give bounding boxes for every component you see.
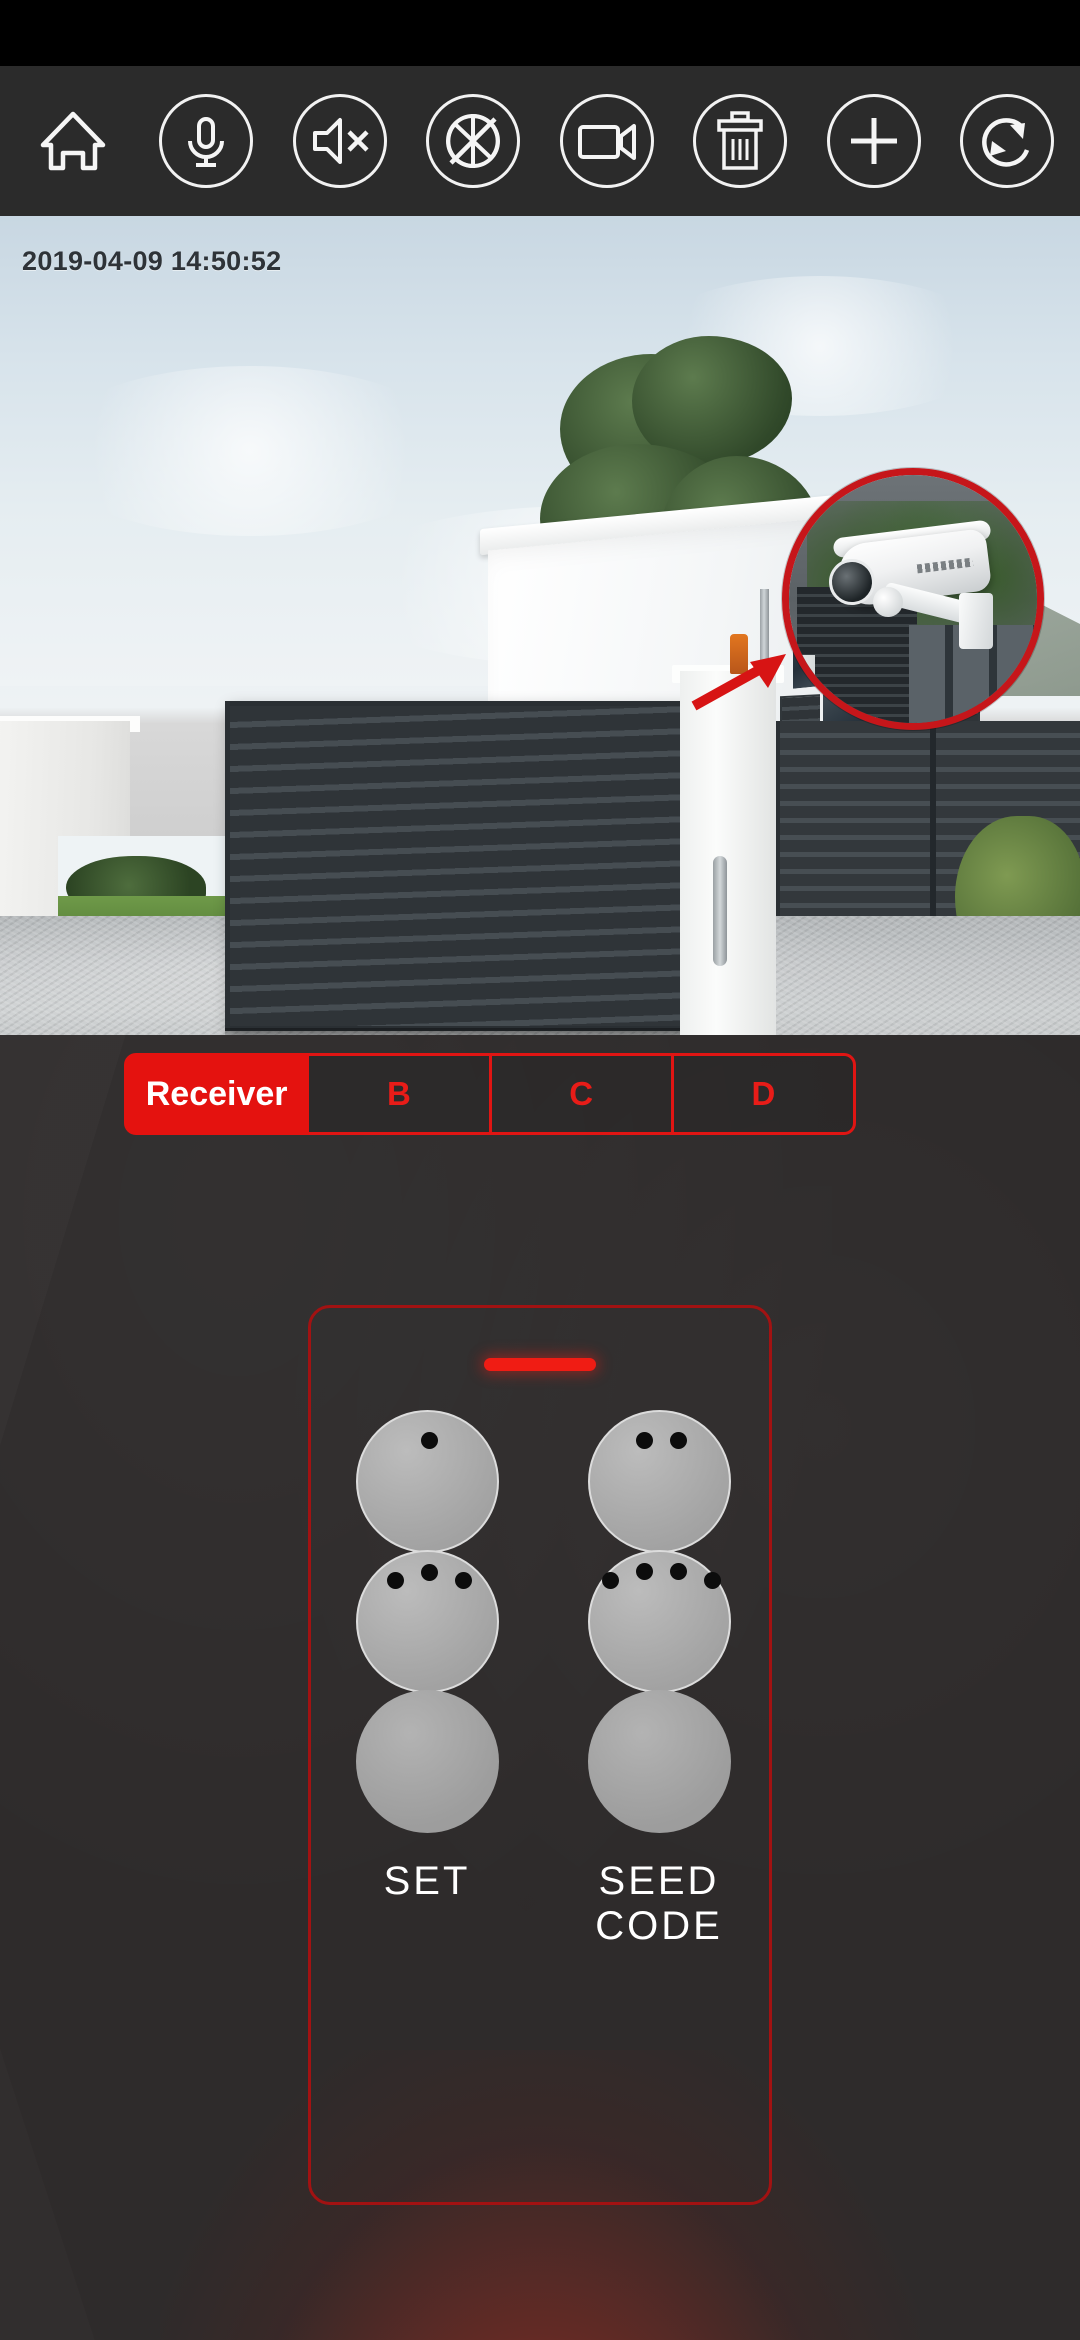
app-root: 2019-04-09 14:50:52 Receiver B C D SET S…: [0, 0, 1080, 2340]
gate-handle: [713, 856, 727, 966]
seed-code-button-label: SEED CODE: [595, 1859, 723, 1948]
plus-icon: [850, 118, 897, 164]
channel-1-button[interactable]: [353, 1410, 501, 1553]
receiver-tab-bar: Receiver B C D: [124, 1053, 856, 1135]
channel-2-button[interactable]: [585, 1410, 733, 1553]
record-video-icon-button[interactable]: [553, 87, 661, 195]
tab-receiver[interactable]: Receiver: [124, 1053, 310, 1135]
top-toolbar: [0, 66, 1080, 216]
sliding-gate: [225, 701, 695, 1031]
trash-icon: [717, 111, 763, 170]
button-dots: [358, 1432, 501, 1472]
seed-code-button[interactable]: SEED CODE: [585, 1690, 733, 1949]
aperture-off-icon: [446, 113, 501, 169]
button-dots: [590, 1432, 733, 1472]
status-bar: [0, 0, 1080, 66]
channel-4-button[interactable]: [585, 1550, 733, 1693]
microphone-icon: [188, 117, 225, 167]
home-icon: [40, 111, 105, 171]
tab-b[interactable]: B: [309, 1053, 492, 1135]
video-camera-icon: [577, 124, 636, 160]
remote-button-row: [311, 1550, 775, 1693]
set-button[interactable]: SET: [353, 1690, 501, 1904]
speaker-mute-icon: [312, 118, 369, 164]
microphone-icon-button[interactable]: [152, 87, 260, 195]
set-button-label: SET: [383, 1859, 471, 1903]
add-device-icon-button[interactable]: [820, 87, 928, 195]
delete-icon-button[interactable]: [686, 87, 794, 195]
channel-3-button[interactable]: [353, 1550, 501, 1693]
tab-c[interactable]: C: [491, 1053, 674, 1135]
red-arrow-annotation: [691, 654, 786, 711]
video-timestamp: 2019-04-09 14:50:52: [22, 246, 282, 276]
camera-joint: [873, 587, 903, 617]
gate-pillar: [680, 671, 776, 1035]
refresh-icon: [982, 118, 1030, 167]
cloud: [40, 366, 460, 536]
tab-d[interactable]: D: [673, 1053, 856, 1135]
speaker-mute-icon-button[interactable]: [286, 87, 394, 195]
button-dots: [590, 1563, 733, 1612]
remote-button-row: [311, 1410, 775, 1553]
gate-shadow: [225, 1028, 700, 1035]
live-video-feed[interactable]: 2019-04-09 14:50:52: [0, 216, 1080, 1035]
camera-magnifier-inset: [782, 468, 1044, 730]
status-led-indicator: [484, 1358, 596, 1371]
remote-button-row: SET SEED CODE: [311, 1690, 775, 1949]
home-icon-button[interactable]: [19, 87, 127, 195]
remote-control-body: SET SEED CODE: [308, 1305, 772, 2205]
button-dots: [358, 1564, 501, 1612]
refresh-icon-button[interactable]: [953, 87, 1061, 195]
snapshot-disabled-icon-button[interactable]: [419, 87, 527, 195]
camera-wall-mount: [959, 593, 993, 649]
